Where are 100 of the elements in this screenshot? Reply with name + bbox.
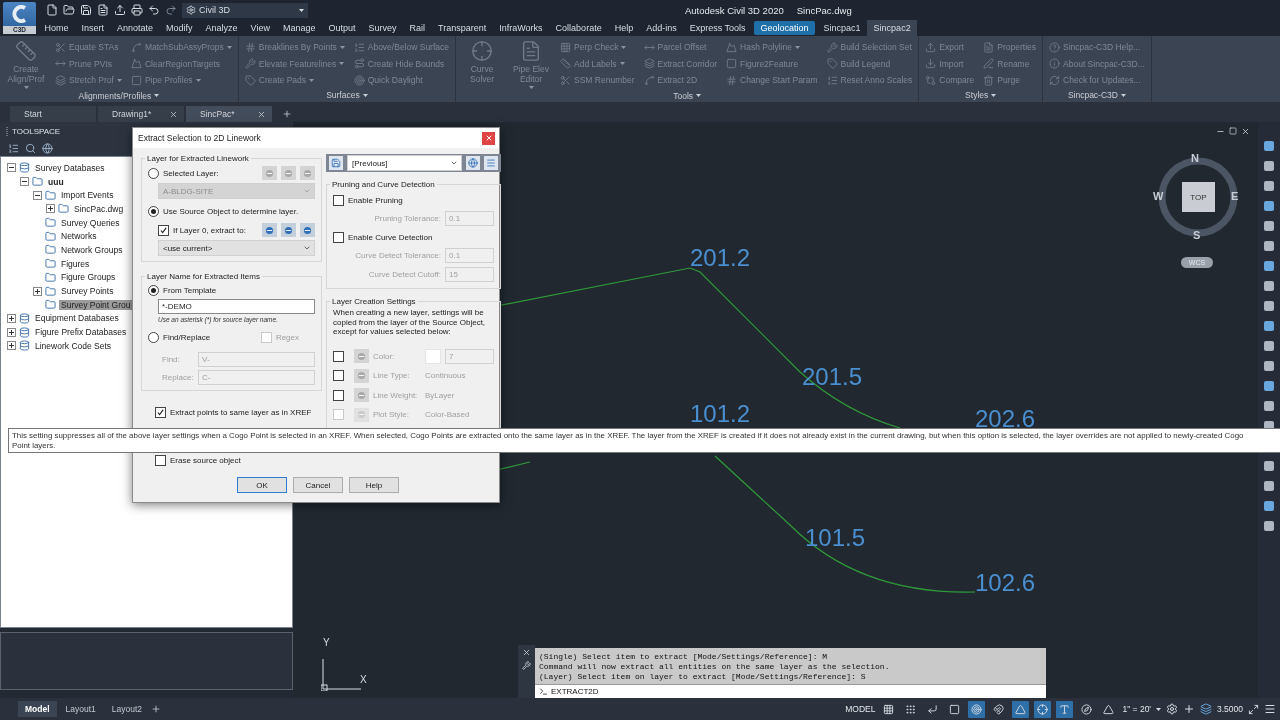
ribbon-tab[interactable]: Survey (362, 20, 404, 36)
checkbox[interactable] (333, 350, 344, 362)
checkbox[interactable] (158, 224, 169, 236)
ribbon-tab[interactable]: View (244, 20, 277, 36)
globe-button[interactable] (466, 156, 480, 170)
preset-dropdown[interactable]: [Previous] (347, 155, 462, 171)
folder-icon[interactable] (63, 4, 75, 16)
ribbon-tab[interactable]: Help (608, 20, 640, 36)
upload-icon[interactable] (114, 4, 126, 16)
plus-icon[interactable] (282, 109, 292, 119)
tree-item[interactable]: Linework Code Sets (33, 340, 114, 351)
checkbox[interactable] (155, 454, 166, 466)
new-file-icon[interactable] (46, 4, 58, 16)
tree-item[interactable]: Figure Prefix Databases (33, 327, 129, 338)
tree-item[interactable]: Survey Databases (33, 162, 107, 173)
ribbon-tab[interactable]: Annotate (110, 20, 160, 36)
radio-button[interactable] (148, 285, 159, 296)
expand-toggle[interactable] (7, 313, 16, 323)
ribbon-tab[interactable]: Sincpac1 (817, 20, 868, 36)
close-icon[interactable] (1241, 127, 1250, 136)
ribbon-tab[interactable]: Manage (276, 20, 322, 36)
dialog-button[interactable]: Cancel (293, 477, 343, 493)
command-input[interactable]: EXTRACT2D (535, 684, 1046, 698)
checkbox[interactable] (333, 194, 344, 206)
expand-toggle[interactable] (20, 177, 29, 187)
viewcube-face[interactable]: TOP (1182, 182, 1215, 212)
document-tab[interactable]: Drawing1* (98, 106, 184, 122)
layout-tab[interactable]: Model (18, 701, 57, 717)
radio-button[interactable] (148, 205, 159, 217)
plus-icon[interactable] (1183, 703, 1195, 715)
ribbon-tab[interactable]: Modify (159, 20, 200, 36)
layer-button[interactable] (262, 223, 277, 237)
ribbon-tab[interactable]: Rail (403, 20, 432, 36)
panel-title[interactable]: Sincpac-C3D (1043, 88, 1151, 102)
layers-icon[interactable] (1200, 703, 1212, 715)
tree-item[interactable]: Import Events (59, 190, 116, 201)
ribbon-tab[interactable]: Analyze (199, 20, 245, 36)
globe-icon[interactable] (42, 142, 53, 154)
save-button[interactable] (329, 156, 343, 170)
panel-title[interactable]: Alignments/Profiles (0, 89, 238, 102)
expand-toggle[interactable] (33, 286, 42, 296)
layout-tab[interactable]: Layout2 (104, 701, 150, 717)
layer-button[interactable] (281, 223, 296, 237)
close-icon[interactable] (169, 109, 178, 119)
expand-toggle[interactable] (33, 190, 42, 200)
ribbon-tab[interactable]: Transparent (431, 20, 493, 36)
ribbon-tab[interactable]: Sincpac2 (867, 20, 918, 36)
checkbox[interactable] (333, 231, 344, 243)
layout-tab[interactable]: Layout1 (58, 701, 103, 717)
workspace-dropdown[interactable]: Civil 3D (182, 2, 308, 18)
gear-icon[interactable] (1166, 703, 1178, 715)
menu-icon[interactable] (1264, 703, 1276, 715)
tree-item[interactable]: Networks (59, 231, 99, 242)
list-icon[interactable] (8, 142, 19, 154)
tree-item[interactable]: Network Groups (59, 244, 125, 255)
status-toggle[interactable] (1034, 700, 1052, 718)
ribbon-tab[interactable]: Express Tools (683, 20, 753, 36)
tree-item[interactable]: SincPac.dwg (72, 203, 126, 214)
tree-item[interactable]: Figures (59, 258, 92, 269)
ribbon-tab[interactable]: Home (38, 20, 75, 36)
checkbox[interactable] (333, 389, 344, 401)
elevation-value[interactable]: 3.5000 (1217, 704, 1243, 714)
close-icon[interactable] (522, 648, 531, 657)
status-toggle[interactable] (1056, 700, 1074, 718)
layer-button[interactable] (300, 223, 315, 237)
expand-toggle[interactable] (7, 163, 16, 173)
template-field[interactable]: *-DEMO (158, 298, 315, 314)
fullscreen-icon[interactable] (1248, 703, 1259, 715)
tree-item[interactable]: Survey Point Grou (59, 299, 133, 310)
document-tab[interactable]: SincPac* (186, 106, 272, 122)
dialog-button[interactable]: OK (237, 477, 287, 493)
ribbon-tab[interactable]: Insert (75, 20, 111, 36)
restore-icon[interactable] (1229, 127, 1237, 135)
tree-item[interactable]: Survey Queries (59, 217, 122, 228)
tree-item[interactable]: Equipment Databases (33, 313, 121, 324)
panel-title[interactable]: Surfaces (238, 88, 456, 102)
space-toggle[interactable]: MODEL (845, 704, 876, 714)
wrench-icon[interactable] (522, 661, 531, 670)
annotation-scale[interactable]: 1" = 20' (1122, 704, 1151, 714)
document-icon[interactable] (97, 4, 109, 16)
layer-dropdown[interactable]: <use current> (158, 240, 315, 256)
ribbon-tab[interactable]: Geolocation (754, 21, 816, 35)
checkbox[interactable] (333, 370, 344, 382)
panel-title[interactable]: Styles (919, 88, 1043, 102)
close-icon[interactable] (257, 109, 266, 119)
plus-icon[interactable] (151, 704, 162, 714)
tree-item[interactable]: uuu (46, 176, 66, 187)
status-toggle[interactable] (968, 700, 986, 718)
expand-toggle[interactable] (7, 341, 16, 351)
printer-icon[interactable] (131, 4, 143, 16)
status-toggle[interactable] (1012, 700, 1030, 718)
ribbon-tab[interactable]: Add-ins (639, 20, 684, 36)
radio-button[interactable] (148, 331, 159, 343)
tree-item[interactable]: Survey Points (59, 286, 116, 297)
save-icon[interactable] (80, 4, 92, 16)
radio-button[interactable] (148, 167, 159, 179)
ribbon-tab[interactable]: Collaborate (549, 20, 609, 36)
close-button[interactable] (482, 131, 495, 145)
ribbon-tab[interactable]: InfraWorks (492, 20, 550, 36)
search-icon[interactable] (25, 142, 36, 154)
